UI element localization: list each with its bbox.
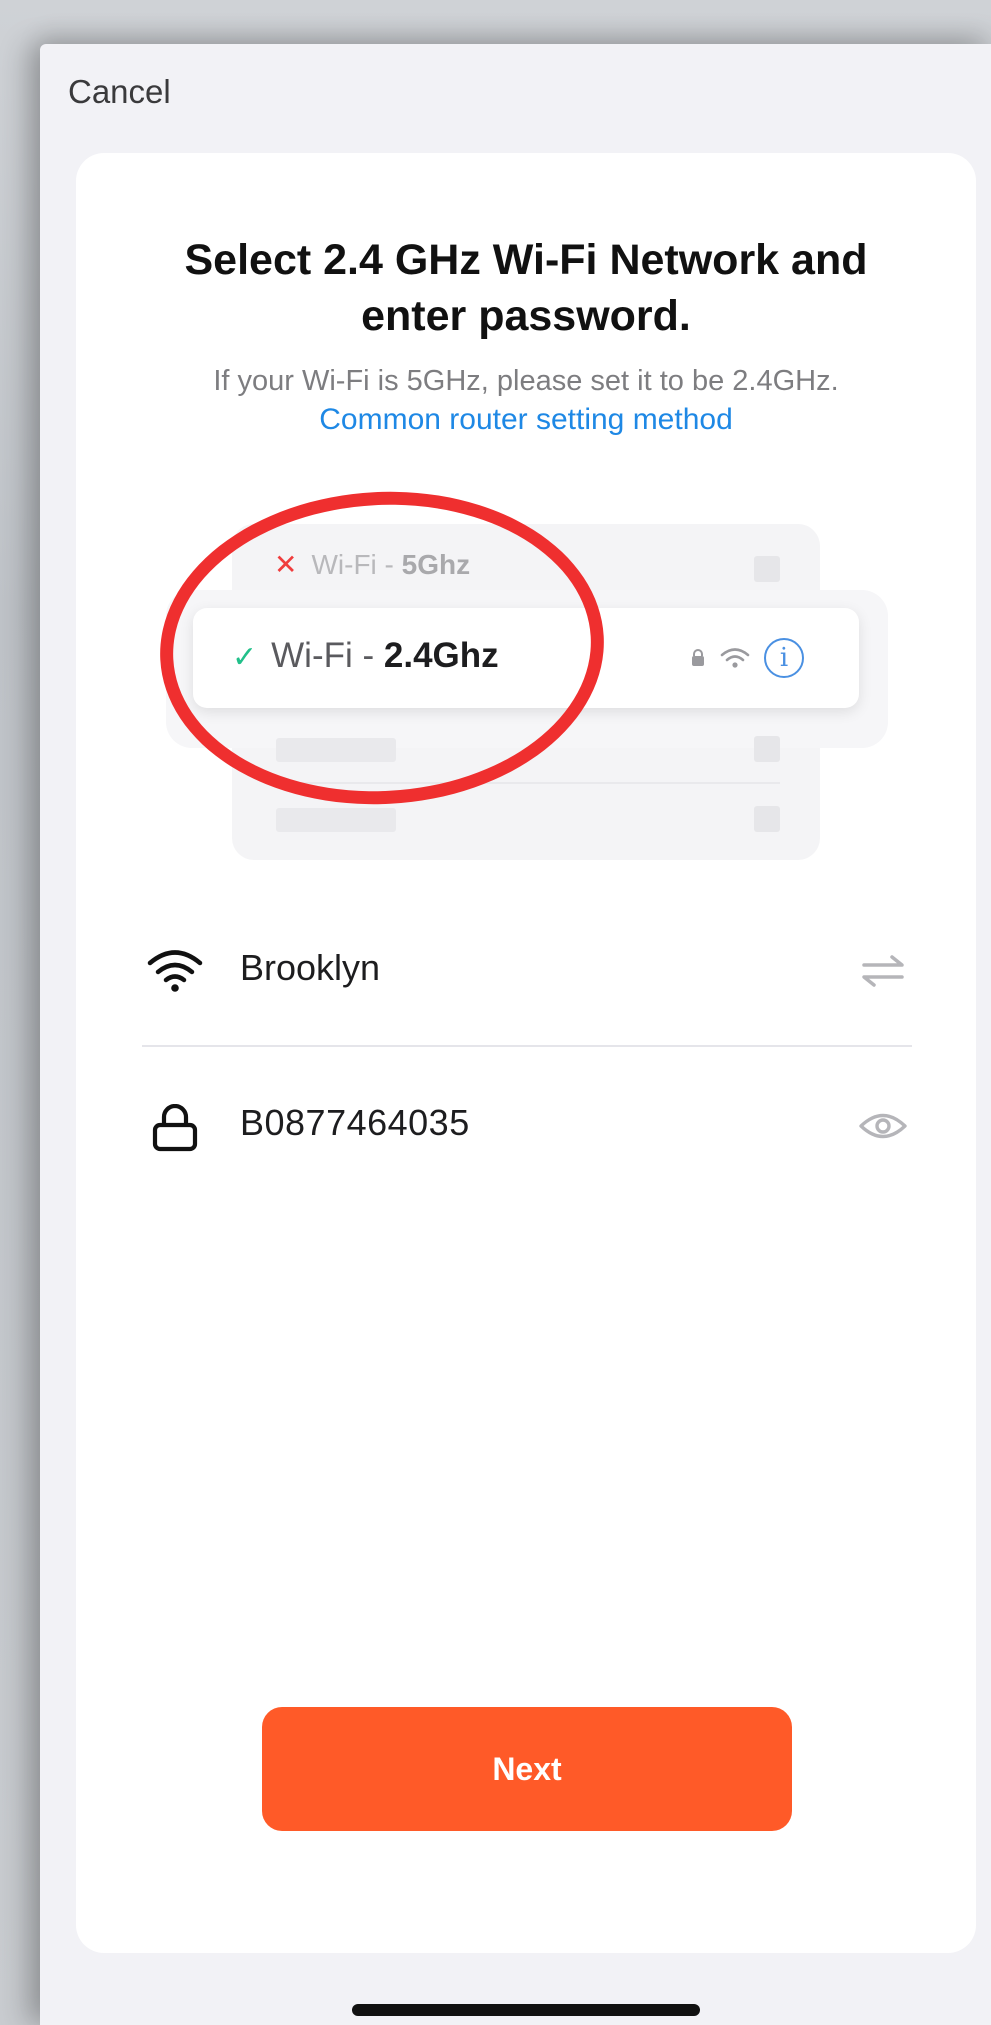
placeholder-bar bbox=[276, 808, 396, 832]
page-title: Select 2.4 GHz Wi-Fi Network and enter p… bbox=[184, 236, 868, 340]
row-24-icons: i bbox=[690, 638, 804, 678]
home-indicator bbox=[352, 2004, 700, 2016]
cancel-button[interactable]: Cancel bbox=[68, 73, 171, 111]
mini-lock-icon bbox=[692, 649, 704, 666]
field-divider bbox=[142, 1045, 912, 1047]
router-setting-link[interactable]: Common router setting method bbox=[130, 403, 922, 437]
mini-wifi-icon bbox=[720, 648, 750, 668]
eye-icon[interactable] bbox=[858, 1111, 908, 1141]
band-hint-text: If your Wi-Fi is 5GHz, please set it to … bbox=[213, 365, 839, 397]
placeholder-square bbox=[754, 736, 780, 762]
wifi-ssid-field[interactable]: Brooklyn bbox=[240, 947, 380, 989]
wifi-password-field[interactable]: B0877464035 bbox=[240, 1102, 470, 1144]
next-button[interactable]: Next bbox=[262, 1707, 792, 1831]
wifi-icon bbox=[147, 950, 203, 992]
placeholder-square bbox=[754, 806, 780, 832]
placeholder-square bbox=[754, 556, 780, 582]
lock-icon bbox=[152, 1104, 198, 1152]
switch-network-icon[interactable] bbox=[860, 954, 906, 988]
info-icon: i bbox=[764, 638, 804, 678]
